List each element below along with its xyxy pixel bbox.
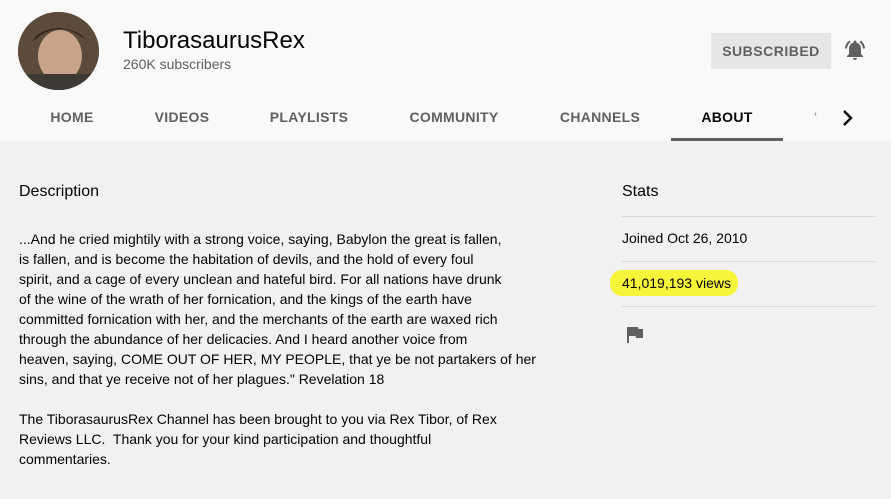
channel-name: TiborasaurusRex xyxy=(123,27,305,54)
stats-heading: Stats xyxy=(622,183,659,200)
chevron-right-icon[interactable] xyxy=(838,106,858,130)
stats-divider xyxy=(622,216,875,217)
stats-divider xyxy=(622,261,875,262)
channel-description: ...And he cried mightily with a strong v… xyxy=(19,231,536,467)
channel-avatar[interactable] xyxy=(18,12,99,90)
tab-videos[interactable]: VIDEOS xyxy=(140,97,224,141)
description-heading: Description xyxy=(19,183,100,200)
tab-community[interactable]: COMMUNITY xyxy=(398,97,510,141)
subscribed-button[interactable]: SUBSCRIBED xyxy=(711,33,831,69)
tab-channels[interactable]: CHANNELS xyxy=(548,97,652,141)
tab-home[interactable]: HOME xyxy=(27,97,117,141)
channel-tabs: HOME VIDEOS PLAYLISTS COMMUNITY CHANNELS… xyxy=(0,97,891,141)
channel-header: TiborasaurusRex 260K subscribers SUBSCRI… xyxy=(0,0,891,141)
joined-date: Joined Oct 26, 2010 xyxy=(622,230,748,246)
subscriber-count: 260K subscribers xyxy=(123,56,232,72)
stats-divider xyxy=(622,306,875,307)
bell-icon[interactable] xyxy=(843,38,867,62)
flag-icon[interactable] xyxy=(626,326,644,344)
tab-about[interactable]: ABOUT xyxy=(671,97,783,141)
view-count: 41,019,193 views xyxy=(622,275,731,291)
tab-playlists[interactable]: PLAYLISTS xyxy=(258,97,360,141)
tab-overflow-partial: ‘ xyxy=(814,109,818,125)
